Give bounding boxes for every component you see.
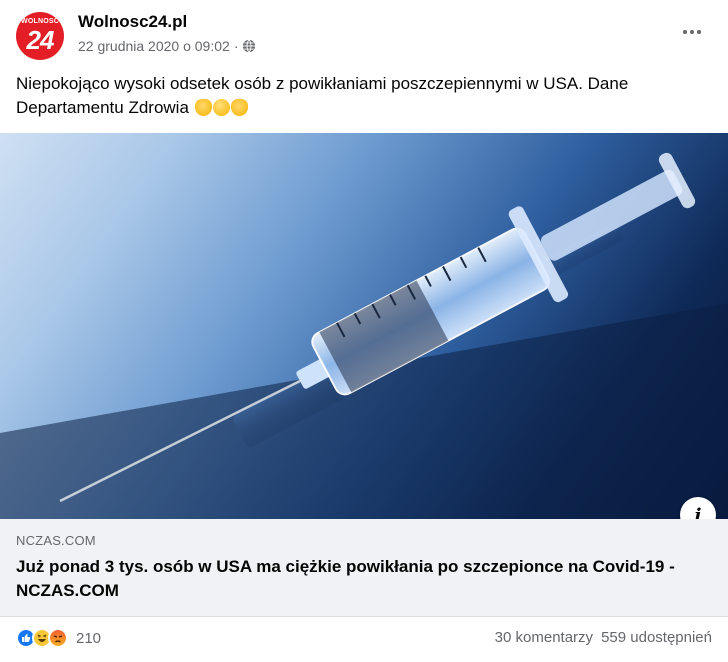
facebook-post: WOLNOSC 24 Wolnosc24.pl 22 grudnia 2020 … (0, 0, 728, 662)
link-preview-image[interactable] (0, 133, 728, 519)
logo-text: WOLNOSC (21, 18, 59, 25)
reactions-summary[interactable]: 210 (16, 628, 101, 648)
link-preview[interactable]: NCZAS.COM Już ponad 3 tys. osób w USA ma… (0, 519, 728, 617)
link-title[interactable]: Już ponad 3 tys. osób w USA ma ciężkie p… (16, 555, 706, 603)
comments-count[interactable]: 30 komentarzy (495, 629, 593, 646)
post-meta: 22 grudnia 2020 o 09:02 · (78, 38, 256, 54)
logo-number: 24 (26, 25, 55, 55)
post-stats: 30 komentarzy 559 udostępnień (495, 629, 712, 646)
link-domain: NCZAS.COM (16, 533, 96, 548)
page-avatar[interactable]: WOLNOSC 24 (16, 12, 64, 60)
globe-icon (243, 39, 256, 53)
post-date[interactable]: 22 grudnia 2020 o 09:02 (78, 38, 230, 54)
angry-icon (48, 628, 68, 648)
shares-count[interactable]: 559 udostępnień (601, 629, 712, 646)
post-body: Niepokojąco wysoki odsetek osób z powikł… (16, 74, 629, 117)
syringe-photo (0, 152, 728, 519)
post-text: Niepokojąco wysoki odsetek osób z powikł… (16, 72, 716, 120)
meta-separator: · (233, 38, 239, 54)
pointing-down-icon (230, 99, 248, 116)
pointing-down-icon (194, 99, 212, 116)
more-options-icon[interactable] (678, 22, 706, 42)
sneezing-face-icon (212, 99, 230, 116)
reaction-count: 210 (76, 629, 102, 647)
page-name-link[interactable]: Wolnosc24.pl (78, 12, 187, 32)
